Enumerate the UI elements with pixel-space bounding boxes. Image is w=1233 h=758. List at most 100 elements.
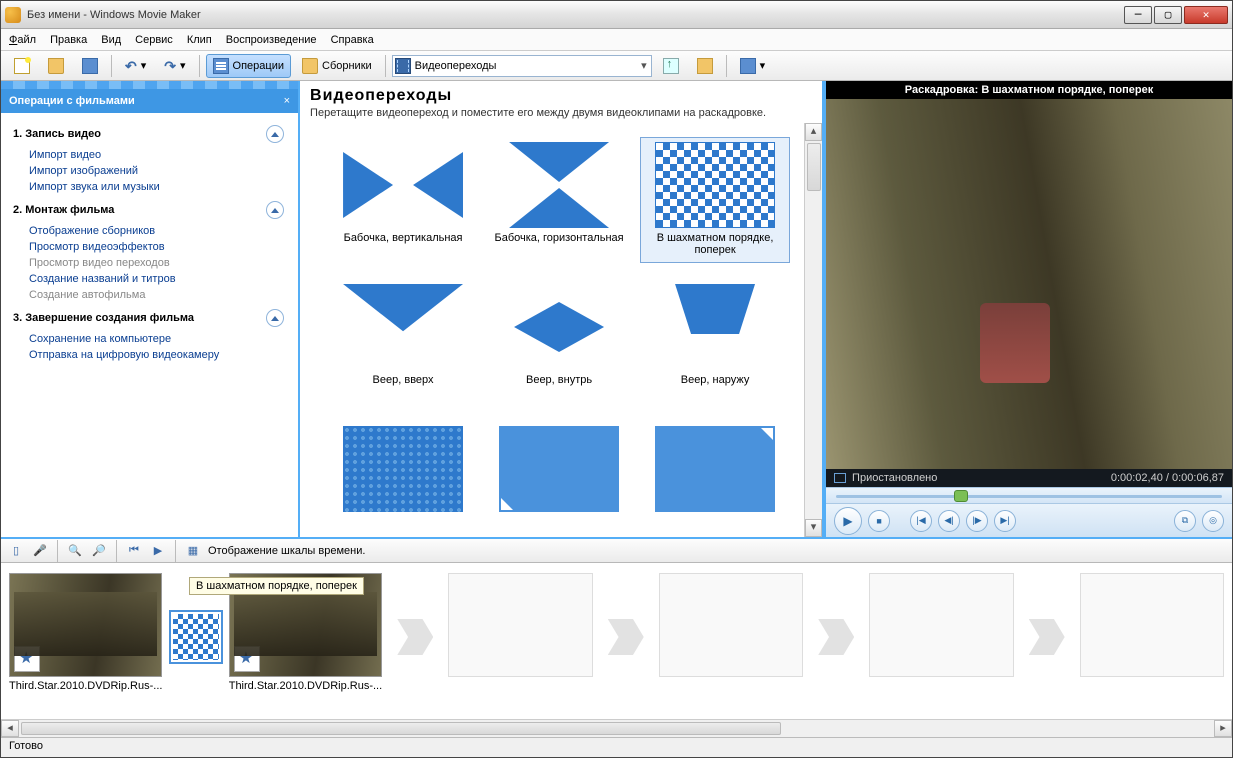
task-send-dvcamera[interactable]: Отправка на цифровую видеокамеру bbox=[13, 347, 284, 363]
hscroll-thumb[interactable] bbox=[21, 722, 781, 735]
hscrollbar[interactable]: ◂ ▸ bbox=[1, 719, 1232, 737]
tasks-panel: Операции с фильмами × 1. Запись видео Им… bbox=[1, 81, 298, 537]
scroll-up-icon[interactable]: ▴ bbox=[805, 123, 822, 141]
toggle-view-label[interactable]: Отображение шкалы времени. bbox=[208, 545, 365, 557]
transition-item[interactable]: Веер, вверх bbox=[328, 279, 478, 405]
separator bbox=[199, 55, 200, 77]
separator bbox=[385, 55, 386, 77]
snapshot-button[interactable]: ◎ bbox=[1202, 510, 1224, 532]
menubar: Файл Правка Вид Сервис Клип Воспроизведе… bbox=[1, 29, 1232, 51]
timeline-levels-icon[interactable]: ▯ bbox=[7, 542, 25, 560]
empty-clip-slot[interactable] bbox=[1080, 573, 1224, 677]
storyboard-clip[interactable]: Third.Star.2010.DVDRip.Rus-... bbox=[9, 573, 162, 692]
collection-title: Видеопереходы bbox=[310, 87, 812, 105]
empty-transition-slot[interactable] bbox=[809, 573, 863, 677]
window-title: Без имени - Windows Movie Maker bbox=[27, 9, 1122, 21]
collapse-icon[interactable] bbox=[266, 309, 284, 327]
next-button[interactable]: ▶| bbox=[994, 510, 1016, 532]
transition-item[interactable]: Бабочка, горизонтальная bbox=[484, 137, 634, 263]
task-show-collections[interactable]: Отображение сборников bbox=[13, 223, 284, 239]
scroll-left-icon[interactable]: ◂ bbox=[1, 720, 19, 737]
empty-clip-slot[interactable] bbox=[869, 573, 1013, 677]
step-back-button[interactable]: ◀| bbox=[938, 510, 960, 532]
collapse-icon[interactable] bbox=[266, 201, 284, 219]
vscrollbar[interactable]: ▴ ▾ bbox=[804, 123, 822, 537]
tasks-button[interactable]: Операции bbox=[206, 54, 291, 78]
task-view-effects[interactable]: Просмотр видеоэффектов bbox=[13, 239, 284, 255]
transition-item[interactable]: В шахматном порядке, поперек bbox=[640, 137, 790, 263]
transition-item[interactable]: Веер, наружу bbox=[640, 279, 790, 405]
empty-transition-slot[interactable] bbox=[1020, 573, 1074, 677]
play-timeline-icon[interactable]: ▶ bbox=[149, 542, 167, 560]
new-button[interactable] bbox=[7, 54, 37, 78]
seek-knob[interactable] bbox=[954, 490, 968, 502]
empty-transition-slot[interactable] bbox=[388, 573, 442, 677]
preview-statusbar: Приостановлено 0:00:02,40 / 0:00:06,87 bbox=[826, 469, 1232, 487]
menu-clip[interactable]: Клип bbox=[187, 34, 212, 46]
transition-item[interactable] bbox=[328, 421, 478, 537]
step-fwd-button[interactable]: |▶ bbox=[966, 510, 988, 532]
maximize-button[interactable]: ▢ bbox=[1154, 6, 1182, 24]
timeline-mic-icon[interactable]: 🎤 bbox=[31, 542, 49, 560]
task-save-computer[interactable]: Сохранение на компьютере bbox=[13, 331, 284, 347]
views-button[interactable]: ▾ bbox=[733, 54, 773, 78]
redo-button[interactable]: ↷▾ bbox=[157, 54, 192, 78]
zoom-out-icon[interactable]: 🔎 bbox=[90, 542, 108, 560]
menu-help[interactable]: Справка bbox=[331, 34, 374, 46]
transition-label bbox=[333, 516, 473, 537]
preview-time: 0:00:02,40 / 0:00:06,87 bbox=[1111, 472, 1224, 484]
collapse-icon[interactable] bbox=[266, 125, 284, 143]
undo-button[interactable]: ↶▾ bbox=[118, 54, 153, 78]
transition-item[interactable] bbox=[640, 421, 790, 537]
task-import-audio[interactable]: Импорт звука или музыки bbox=[13, 179, 284, 195]
stop-button[interactable]: ■ bbox=[868, 510, 890, 532]
open-button[interactable] bbox=[41, 54, 71, 78]
undo-icon: ↶ bbox=[125, 59, 137, 73]
transition-thumb bbox=[655, 142, 775, 228]
titlebar[interactable]: Без имени - Windows Movie Maker ─ ▢ ✕ bbox=[1, 1, 1232, 29]
levelup-button[interactable] bbox=[656, 54, 686, 78]
rewind-icon[interactable]: ⏮ bbox=[125, 542, 143, 560]
newfolder-button[interactable] bbox=[690, 54, 720, 78]
save-button[interactable] bbox=[75, 54, 105, 78]
task-import-images[interactable]: Импорт изображений bbox=[13, 163, 284, 179]
transition-item[interactable] bbox=[484, 421, 634, 537]
fx-icon[interactable] bbox=[14, 646, 40, 672]
transition-item[interactable]: Веер, внутрь bbox=[484, 279, 634, 405]
close-button[interactable]: ✕ bbox=[1184, 6, 1228, 24]
transition-label: Бабочка, горизонтальная bbox=[489, 232, 629, 258]
task-import-video[interactable]: Импорт видео bbox=[13, 147, 284, 163]
minimize-button[interactable]: ─ bbox=[1124, 6, 1152, 24]
menu-edit[interactable]: Правка bbox=[50, 34, 87, 46]
empty-clip-slot[interactable] bbox=[659, 573, 803, 677]
fx-icon[interactable] bbox=[234, 646, 260, 672]
preview-controls: ▶ ■ |◀ ◀| |▶ ▶| ⧉ ◎ bbox=[826, 503, 1232, 537]
scroll-thumb[interactable] bbox=[807, 143, 821, 191]
seek-bar[interactable] bbox=[826, 487, 1232, 503]
transition-item[interactable]: Бабочка, вертикальная bbox=[328, 137, 478, 263]
storyboard[interactable]: В шахматном порядке, поперек Third.Star.… bbox=[1, 563, 1232, 719]
prev-button[interactable]: |◀ bbox=[910, 510, 932, 532]
scroll-down-icon[interactable]: ▾ bbox=[805, 519, 822, 537]
tasks-close-icon[interactable]: × bbox=[284, 95, 290, 107]
menu-play[interactable]: Воспроизведение bbox=[226, 34, 317, 46]
task-make-titles[interactable]: Создание названий и титров bbox=[13, 271, 284, 287]
collections-button[interactable]: Сборники bbox=[295, 54, 379, 78]
app-icon bbox=[5, 7, 21, 23]
preview-video[interactable] bbox=[826, 99, 1232, 469]
menu-service[interactable]: Сервис bbox=[135, 34, 173, 46]
empty-transition-slot[interactable] bbox=[599, 573, 653, 677]
empty-clip-slot[interactable] bbox=[448, 573, 592, 677]
split-button[interactable]: ⧉ bbox=[1174, 510, 1196, 532]
menu-file[interactable]: Файл bbox=[9, 34, 36, 46]
zoom-in-icon[interactable]: 🔍 bbox=[66, 542, 84, 560]
location-dropdown[interactable]: Видеопереходы bbox=[392, 55, 652, 77]
scroll-right-icon[interactable]: ▸ bbox=[1214, 720, 1232, 737]
menu-view[interactable]: Вид bbox=[101, 34, 121, 46]
play-button[interactable]: ▶ bbox=[834, 507, 862, 535]
transition-label: В шахматном порядке, поперек bbox=[645, 232, 785, 258]
preview-status-text: Приостановлено bbox=[852, 472, 937, 484]
arrow-icon bbox=[1029, 619, 1065, 655]
arrow-icon bbox=[818, 619, 854, 655]
toggle-view-icon[interactable]: ▦ bbox=[184, 542, 202, 560]
